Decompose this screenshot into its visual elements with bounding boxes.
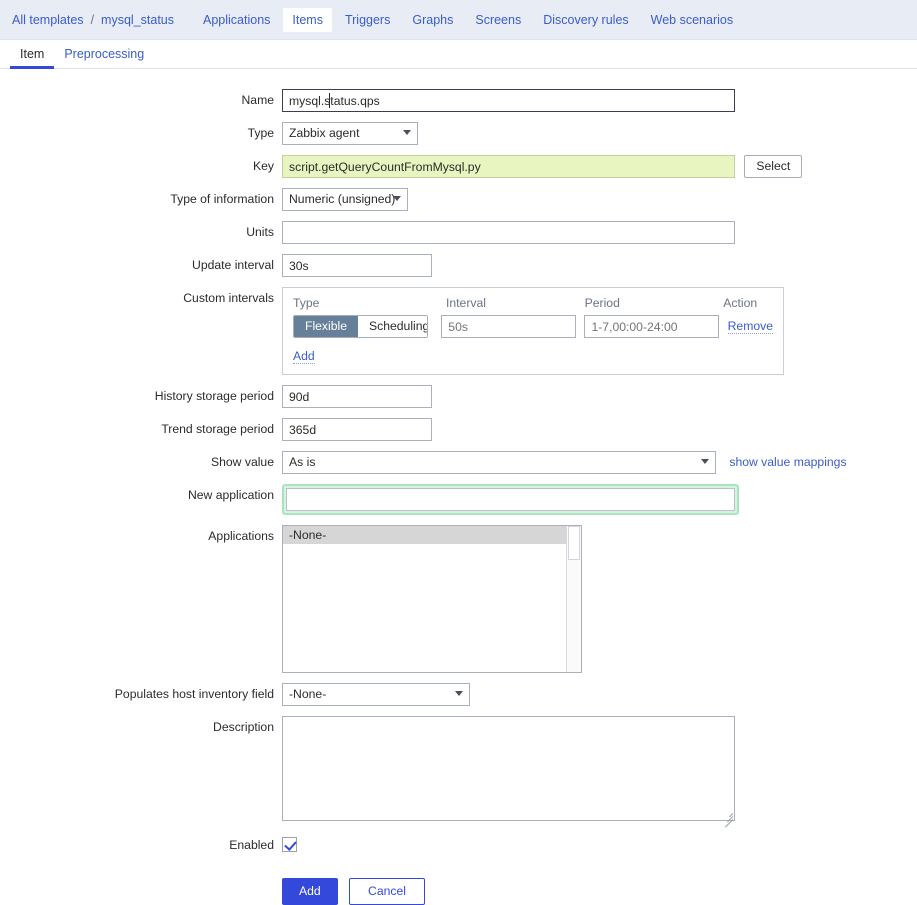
chevron-down-icon (393, 196, 401, 201)
field-row-custom-intervals: Custom intervals Type Interval Period Ac… (0, 287, 917, 375)
label-type-of-information: Type of information (170, 192, 274, 206)
chevron-down-icon (403, 130, 411, 135)
nav-item-discovery-rules[interactable]: Discovery rules (534, 8, 637, 32)
tab-preprocessing[interactable]: Preprocessing (54, 43, 154, 68)
nav-item-graphs[interactable]: Graphs (403, 8, 462, 32)
label-enabled: Enabled (229, 838, 274, 852)
custom-interval-delay-input[interactable] (441, 315, 577, 338)
name-input[interactable] (282, 89, 735, 112)
applications-listbox-scrollbar[interactable] (566, 526, 581, 672)
custom-interval-period-input[interactable] (584, 315, 720, 338)
key-input[interactable] (282, 155, 735, 178)
show-value-select-value: As is (282, 451, 716, 474)
tab-item[interactable]: Item (10, 43, 55, 69)
enabled-checkbox[interactable] (282, 837, 297, 852)
field-row-update-interval: Update interval (0, 254, 917, 277)
label-update-interval: Update interval (192, 258, 274, 272)
field-row-applications: Applications -None- (0, 525, 917, 673)
label-custom-intervals: Custom intervals (183, 291, 274, 305)
label-applications: Applications (208, 529, 274, 543)
field-row-type-of-information: Type of information Numeric (unsigned) (0, 188, 917, 211)
custom-interval-add-link[interactable]: Add (293, 349, 315, 364)
key-select-button[interactable]: Select (744, 155, 803, 178)
column-header-type: Type (293, 296, 320, 310)
field-row-trend-storage-period: Trend storage period (0, 418, 917, 441)
toggle-option-flexible[interactable]: Flexible (294, 316, 358, 337)
breadcrumb-all-templates[interactable]: All templates (8, 13, 88, 27)
units-input[interactable] (282, 221, 735, 244)
type-of-information-value: Numeric (unsigned) (282, 188, 408, 211)
column-header-action: Action (723, 296, 758, 310)
host-inventory-field-value: -None- (282, 683, 470, 706)
field-row-description: Description (0, 716, 917, 828)
custom-interval-remove-link[interactable]: Remove (727, 319, 773, 334)
new-application-focus-ring (282, 484, 739, 515)
add-button[interactable]: Add (282, 878, 338, 905)
applications-listbox[interactable]: -None- (282, 525, 582, 673)
label-description: Description (213, 720, 274, 734)
custom-interval-row: Flexible Scheduling Remove (293, 315, 773, 338)
host-inventory-field-select[interactable]: -None- (282, 683, 470, 706)
label-trend-storage-period: Trend storage period (161, 422, 274, 436)
trend-storage-period-input[interactable] (282, 418, 432, 441)
type-select-value: Zabbix agent (282, 122, 418, 145)
label-key: Key (252, 159, 274, 173)
custom-intervals-header: Type Interval Period Action (293, 296, 773, 315)
cancel-button[interactable]: Cancel (349, 878, 425, 905)
field-row-name: Name (0, 89, 917, 112)
field-row-host-inventory-field: Populates host inventory field -None- (0, 683, 917, 706)
show-value-select[interactable]: As is (282, 451, 716, 474)
chevron-down-icon (455, 691, 463, 696)
item-configuration-form: Name Type Zabbix agent Key Select Type o… (0, 69, 917, 905)
description-textarea[interactable] (282, 716, 735, 821)
custom-intervals-add-row: Add (293, 349, 773, 364)
top-navigation-bar: All templates / mysql_status Application… (0, 0, 917, 40)
scrollbar-thumb[interactable] (568, 526, 580, 560)
field-row-enabled: Enabled (0, 834, 917, 856)
type-of-information-select[interactable]: Numeric (unsigned) (282, 188, 408, 211)
nav-item-screens[interactable]: Screens (466, 8, 530, 32)
field-row-history-storage-period: History storage period (0, 385, 917, 408)
text-caret (329, 93, 330, 108)
column-header-period: Period (584, 296, 620, 310)
nav-item-applications[interactable]: Applications (194, 8, 279, 32)
field-row-new-application: New application (0, 484, 917, 515)
applications-option-none[interactable]: -None- (283, 526, 581, 544)
label-history-storage-period: History storage period (154, 389, 274, 403)
label-units: Units (246, 225, 274, 239)
label-type: Type (247, 126, 274, 140)
field-row-type: Type Zabbix agent (0, 122, 917, 145)
show-value-mappings-link[interactable]: show value mappings (729, 451, 846, 474)
label-show-value: Show value (210, 455, 274, 469)
form-footer: Add Cancel (0, 878, 917, 905)
breadcrumb-mysql-status[interactable]: mysql_status (97, 13, 178, 27)
field-row-units: Units (0, 221, 917, 244)
nav-item-items[interactable]: Items (283, 7, 332, 32)
label-host-inventory-field: Populates host inventory field (114, 687, 274, 701)
update-interval-input[interactable] (282, 254, 432, 277)
custom-intervals-panel: Type Interval Period Action Flexible Sch… (282, 287, 784, 375)
type-select[interactable]: Zabbix agent (282, 122, 418, 145)
new-application-input[interactable] (286, 488, 735, 511)
history-storage-period-input[interactable] (282, 385, 432, 408)
form-tab-bar: Item Preprocessing (0, 40, 917, 69)
label-name: Name (241, 93, 274, 107)
interval-type-toggle[interactable]: Flexible Scheduling (293, 315, 428, 338)
nav-item-triggers[interactable]: Triggers (336, 8, 399, 32)
breadcrumb-separator: / (90, 12, 95, 27)
field-row-key: Key Select (0, 155, 917, 178)
column-header-interval: Interval (445, 296, 486, 310)
nav-item-web-scenarios[interactable]: Web scenarios (642, 8, 742, 32)
field-row-show-value: Show value As is show value mappings (0, 451, 917, 474)
label-new-application: New application (187, 488, 274, 502)
chevron-down-icon (701, 459, 709, 464)
toggle-option-scheduling[interactable]: Scheduling (358, 316, 427, 337)
